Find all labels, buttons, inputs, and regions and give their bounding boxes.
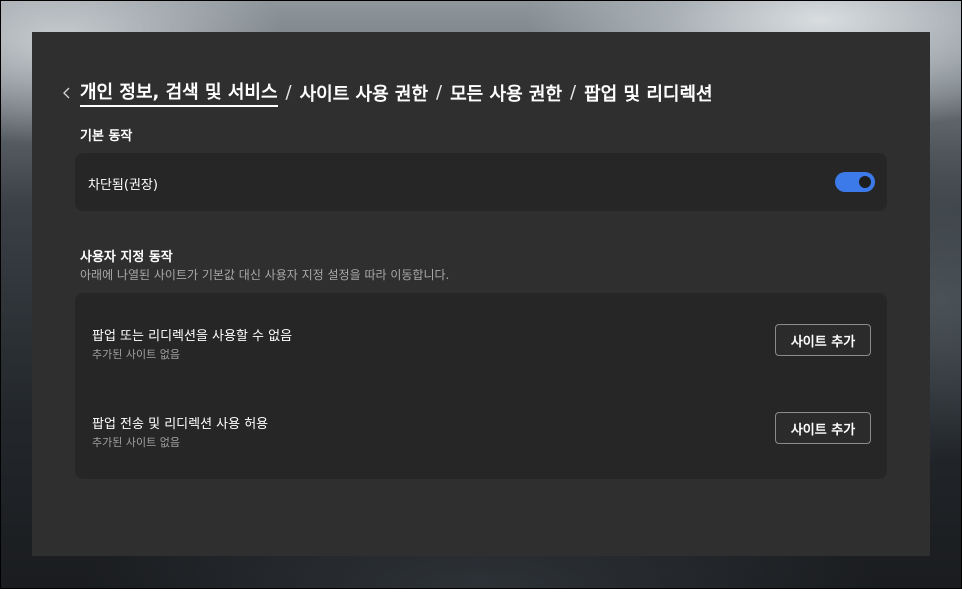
breadcrumb: 개인 정보, 검색 및 서비스 / 사이트 사용 권한 / 모든 사용 권한 /… — [58, 78, 713, 107]
default-behavior-title: 기본 동작 — [80, 129, 133, 144]
custom-behavior-card: 팝업 또는 리디렉션을 사용할 수 없음 추가된 사이트 없음 사이트 추가 팝… — [75, 293, 887, 479]
chevron-left-icon[interactable] — [58, 84, 76, 102]
breadcrumb-site-permissions[interactable]: 사이트 사용 권한 — [300, 80, 428, 106]
toggle-knob — [859, 176, 871, 188]
custom-behavior-description: 아래에 나열된 사이트가 기본값 대신 사용자 지정 설정을 따라 이동합니다. — [80, 268, 450, 282]
allow-list-label: 팝업 전송 및 리디렉션 사용 허용 — [92, 417, 269, 432]
allow-list-empty-text: 추가된 사이트 없음 — [92, 436, 180, 449]
page-title: 팝업 및 리디렉션 — [584, 83, 713, 105]
block-list-label: 팝업 또는 리디렉션을 사용할 수 없음 — [92, 329, 293, 344]
breadcrumb-privacy[interactable]: 개인 정보, 검색 및 서비스 — [80, 78, 278, 107]
settings-panel: 개인 정보, 검색 및 서비스 / 사이트 사용 권한 / 모든 사용 권한 /… — [32, 32, 930, 556]
breadcrumb-separator: / — [436, 82, 443, 103]
custom-behavior-title: 사용자 지정 동작 — [80, 250, 173, 265]
breadcrumb-separator: / — [285, 82, 292, 103]
add-blocked-site-button[interactable]: 사이트 추가 — [775, 324, 871, 356]
block-list-empty-text: 추가된 사이트 없음 — [92, 348, 180, 361]
add-allowed-site-button[interactable]: 사이트 추가 — [775, 412, 871, 444]
blocked-toggle[interactable] — [835, 172, 875, 192]
blocked-setting-label: 차단됨(권장) — [88, 178, 158, 193]
breadcrumb-separator: / — [570, 82, 577, 103]
default-behavior-card: 차단됨(권장) — [75, 153, 887, 211]
breadcrumb-all-permissions[interactable]: 모든 사용 권한 — [450, 80, 562, 106]
